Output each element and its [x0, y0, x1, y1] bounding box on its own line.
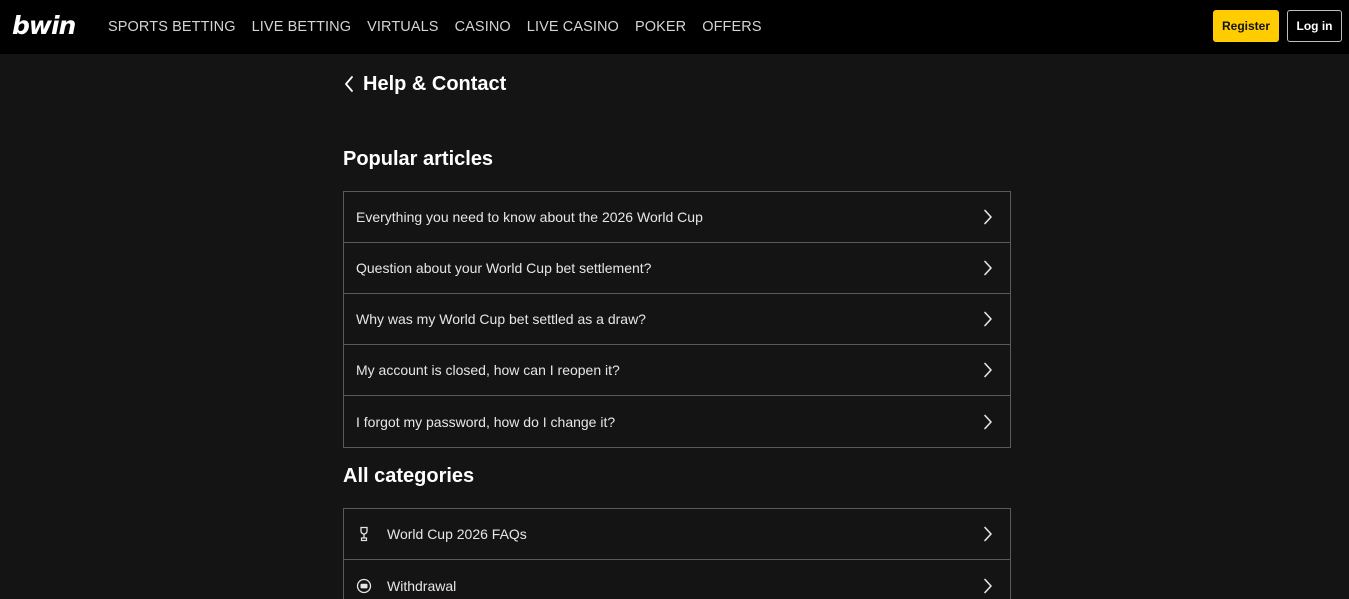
chevron-right-icon	[984, 414, 992, 429]
chevron-right-icon	[984, 209, 992, 225]
nav-sports-betting[interactable]: SPORTS BETTING	[108, 19, 236, 35]
nav-live-casino[interactable]: LIVE CASINO	[527, 19, 619, 35]
nav-poker[interactable]: POKER	[635, 19, 686, 35]
article-label: Why was my World Cup bet settled as a dr…	[356, 311, 646, 327]
article-label: My account is closed, how can I reopen i…	[356, 362, 620, 378]
chevron-right-icon	[984, 362, 992, 378]
main-nav: SPORTS BETTING LIVE BETTING VIRTUALS CAS…	[108, 0, 778, 54]
article-label: Everything you need to know about the 20…	[356, 209, 703, 225]
popular-articles-heading: Popular articles	[343, 148, 494, 170]
article-row[interactable]: Everything you need to know about the 20…	[344, 192, 1010, 243]
bwin-logo[interactable]: bwin	[12, 11, 76, 41]
article-row[interactable]: Why was my World Cup bet settled as a dr…	[344, 294, 1010, 345]
all-categories-heading: All categories	[343, 465, 475, 487]
chevron-left-icon[interactable]	[343, 74, 355, 94]
article-row[interactable]: Question about your World Cup bet settle…	[344, 243, 1010, 294]
chevron-right-icon	[984, 311, 992, 327]
category-row-withdrawal[interactable]: Withdrawal	[344, 560, 1010, 599]
categories-list: World Cup 2026 FAQs Withdrawal	[343, 508, 1011, 599]
category-label: World Cup 2026 FAQs	[387, 526, 527, 542]
chevron-right-icon	[984, 578, 992, 593]
trophy-icon	[356, 526, 372, 542]
nav-casino[interactable]: CASINO	[455, 19, 511, 35]
category-label: Withdrawal	[387, 577, 457, 594]
page-header: Help & Contact	[343, 70, 506, 98]
register-button[interactable]: Register	[1213, 10, 1279, 42]
nav-offers[interactable]: OFFERS	[702, 19, 761, 35]
nav-virtuals[interactable]: VIRTUALS	[367, 19, 438, 35]
article-row[interactable]: My account is closed, how can I reopen i…	[344, 345, 1010, 396]
article-label: Question about your World Cup bet settle…	[356, 260, 652, 276]
chevron-right-icon	[984, 260, 992, 276]
article-row[interactable]: I forgot my password, how do I change it…	[344, 396, 1010, 447]
chevron-right-icon	[984, 526, 992, 542]
top-navigation-bar: bwin SPORTS BETTING LIVE BETTING VIRTUAL…	[0, 0, 1349, 54]
page-title: Help & Contact	[363, 72, 507, 95]
article-label: I forgot my password, how do I change it…	[356, 413, 616, 430]
nav-live-betting[interactable]: LIVE BETTING	[252, 19, 352, 35]
popular-articles-list: Everything you need to know about the 20…	[343, 191, 1011, 448]
wallet-icon	[356, 578, 372, 594]
login-button[interactable]: Log in	[1287, 10, 1342, 42]
category-row-world-cup[interactable]: World Cup 2026 FAQs	[344, 509, 1010, 560]
